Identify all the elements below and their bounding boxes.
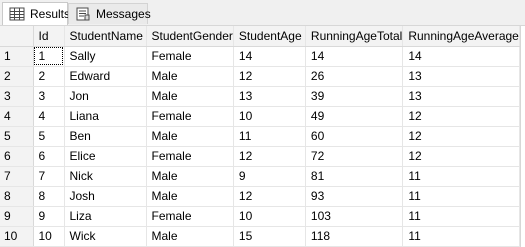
row-number[interactable]: 8 — [0, 186, 34, 207]
table-cell[interactable]: Male — [146, 226, 234, 247]
table-cell[interactable]: 11 — [402, 186, 520, 207]
row-number[interactable]: 6 — [0, 146, 34, 167]
column-header-studentgender[interactable]: StudentGender — [146, 26, 234, 47]
table-row[interactable]: 5 5 Ben Male 11 60 12 — [0, 126, 520, 147]
table-cell[interactable]: Wick — [64, 226, 147, 247]
row-number[interactable]: 1 — [0, 46, 34, 67]
grid-border — [520, 26, 521, 247]
table-cell[interactable]: 15 — [233, 226, 306, 247]
table-row[interactable]: 1 1 Sally Female 14 14 14 — [0, 46, 520, 67]
table-cell[interactable]: 10 — [233, 206, 306, 227]
table-cell[interactable]: 12 — [402, 106, 520, 127]
table-cell[interactable]: 13 — [233, 86, 306, 107]
table-cell[interactable]: Ben — [64, 126, 147, 147]
table-cell[interactable]: 81 — [305, 166, 404, 187]
table-cell[interactable]: 9 — [33, 206, 65, 227]
header-row: Id StudentName StudentGender StudentAge … — [0, 26, 520, 47]
table-cell[interactable]: 118 — [305, 226, 404, 247]
table-cell[interactable]: 13 — [402, 86, 520, 107]
table-cell[interactable]: 93 — [305, 186, 404, 207]
table-row[interactable]: 4 4 Liana Female 10 49 12 — [0, 106, 520, 127]
table-cell[interactable]: Female — [146, 46, 234, 67]
table-cell[interactable]: Elice — [64, 146, 147, 167]
table-cell[interactable]: 11 — [402, 206, 520, 227]
table-cell[interactable]: 10 — [233, 106, 306, 127]
table-cell[interactable]: Male — [146, 126, 234, 147]
table-row[interactable]: 6 6 Elice Female 12 72 12 — [0, 146, 520, 167]
table-cell[interactable]: Liza — [64, 206, 147, 227]
tab-messages-label: Messages — [96, 7, 151, 21]
table-cell[interactable]: 103 — [305, 206, 404, 227]
table-cell[interactable]: 12 — [233, 66, 306, 87]
table-cell[interactable]: Female — [146, 106, 234, 127]
tab-messages[interactable]: Messages — [68, 3, 151, 24]
column-header-id[interactable]: Id — [33, 26, 65, 47]
results-table: Id StudentName StudentGender StudentAge … — [0, 26, 520, 247]
results-tab-bar: Results Messages — [0, 0, 525, 26]
table-cell[interactable]: 26 — [305, 66, 404, 87]
column-header-studentage[interactable]: StudentAge — [233, 26, 306, 47]
table-row[interactable]: 2 2 Edward Male 12 26 13 — [0, 66, 520, 87]
tab-results[interactable]: Results — [2, 2, 71, 25]
table-cell[interactable]: Male — [146, 86, 234, 107]
table-cell[interactable]: Jon — [64, 86, 147, 107]
row-number[interactable]: 9 — [0, 206, 34, 227]
row-number[interactable]: 5 — [0, 126, 34, 147]
table-cell[interactable]: 7 — [33, 166, 65, 187]
table-row[interactable]: 3 3 Jon Male 13 39 13 — [0, 86, 520, 107]
table-cell[interactable]: 10 — [33, 226, 65, 247]
table-cell[interactable]: 11 — [402, 226, 520, 247]
results-grid-icon — [9, 7, 25, 21]
tab-results-label: Results — [30, 7, 71, 21]
table-row[interactable]: 10 10 Wick Male 15 118 11 — [0, 226, 520, 247]
table-cell[interactable]: 12 — [233, 146, 306, 167]
column-header-studentname[interactable]: StudentName — [64, 26, 147, 47]
table-cell[interactable]: 60 — [305, 126, 404, 147]
table-cell[interactable]: Female — [146, 146, 234, 167]
table-cell[interactable]: 14 — [305, 46, 404, 67]
table-row[interactable]: 8 8 Josh Male 12 93 11 — [0, 186, 520, 207]
table-cell[interactable]: Male — [146, 166, 234, 187]
table-row[interactable]: 7 7 Nick Male 9 81 11 — [0, 166, 520, 187]
table-cell[interactable]: 3 — [33, 86, 65, 107]
row-number[interactable]: 3 — [0, 86, 34, 107]
table-cell[interactable]: 5 — [33, 126, 65, 147]
table-cell[interactable]: 11 — [402, 166, 520, 187]
messages-icon — [75, 7, 91, 21]
row-number[interactable]: 4 — [0, 106, 34, 127]
table-cell[interactable]: 14 — [233, 46, 306, 67]
table-cell[interactable]: 12 — [402, 126, 520, 147]
table-cell[interactable]: 49 — [305, 106, 404, 127]
results-grid[interactable]: Id StudentName StudentGender StudentAge … — [0, 26, 525, 247]
table-row[interactable]: 9 9 Liza Female 10 103 11 — [0, 206, 520, 227]
column-header-runningagetotal[interactable]: RunningAgeTotal — [305, 26, 404, 47]
table-cell[interactable]: 2 — [33, 66, 65, 87]
table-cell[interactable]: Liana — [64, 106, 147, 127]
table-cell[interactable]: Female — [146, 206, 234, 227]
table-cell[interactable]: Male — [146, 66, 234, 87]
table-cell[interactable]: 13 — [402, 66, 520, 87]
table-cell[interactable]: 72 — [305, 146, 404, 167]
corner-cell[interactable] — [0, 26, 34, 47]
table-cell[interactable]: 12 — [233, 186, 306, 207]
table-cell[interactable]: 12 — [402, 146, 520, 167]
row-number[interactable]: 10 — [0, 226, 34, 247]
table-cell[interactable]: Male — [146, 186, 234, 207]
table-cell[interactable]: 39 — [305, 86, 404, 107]
table-cell[interactable]: 1 — [33, 46, 65, 67]
table-cell[interactable]: Nick — [64, 166, 147, 187]
table-cell[interactable]: 6 — [33, 146, 65, 167]
table-cell[interactable]: Josh — [64, 186, 147, 207]
table-cell[interactable]: 14 — [402, 46, 520, 67]
row-number[interactable]: 2 — [0, 66, 34, 87]
table-cell[interactable]: 11 — [233, 126, 306, 147]
table-cell[interactable]: Edward — [64, 66, 147, 87]
row-number[interactable]: 7 — [0, 166, 34, 187]
table-cell[interactable]: 8 — [33, 186, 65, 207]
table-cell[interactable]: Sally — [64, 46, 147, 67]
table-cell[interactable]: 9 — [233, 166, 306, 187]
table-cell[interactable]: 4 — [33, 106, 65, 127]
column-header-runningageaverage[interactable]: RunningAgeAverage — [402, 26, 520, 47]
